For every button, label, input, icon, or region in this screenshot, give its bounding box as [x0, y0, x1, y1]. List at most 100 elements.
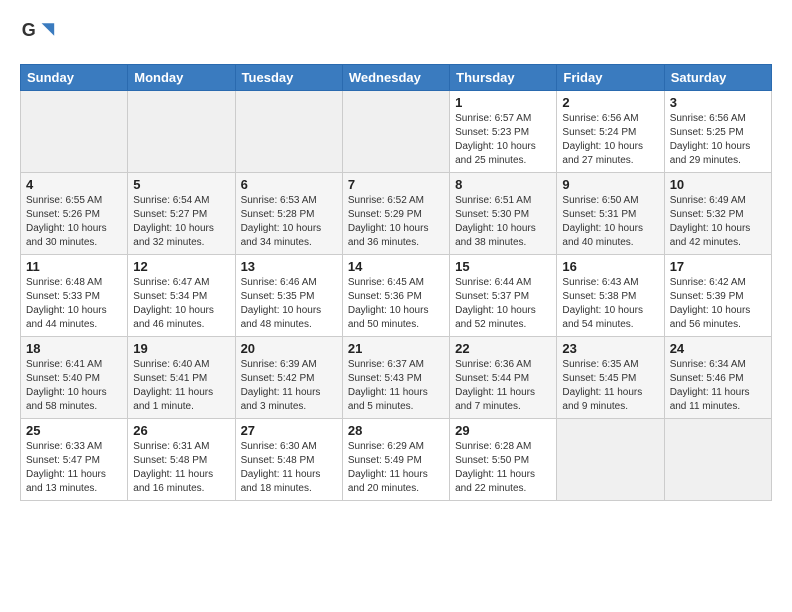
day-number: 5: [133, 177, 229, 192]
day-header: Thursday: [450, 65, 557, 91]
day-number: 27: [241, 423, 337, 438]
day-info: Sunrise: 6:48 AM Sunset: 5:33 PM Dayligh…: [26, 276, 122, 332]
day-number: 8: [455, 177, 551, 192]
calendar-header-row: SundayMondayTuesdayWednesdayThursdayFrid…: [21, 65, 772, 91]
day-number: 22: [455, 341, 551, 356]
day-number: 25: [26, 423, 122, 438]
day-header: Friday: [557, 65, 664, 91]
day-info: Sunrise: 6:28 AM Sunset: 5:50 PM Dayligh…: [455, 440, 551, 496]
calendar-cell: 4 Sunrise: 6:55 AM Sunset: 5:26 PM Daylig…: [21, 173, 128, 255]
day-info: Sunrise: 6:36 AM Sunset: 5:44 PM Dayligh…: [455, 358, 551, 414]
day-number: 21: [348, 341, 444, 356]
day-number: 13: [241, 259, 337, 274]
day-info: Sunrise: 6:56 AM Sunset: 5:25 PM Dayligh…: [670, 112, 766, 168]
day-info: Sunrise: 6:39 AM Sunset: 5:42 PM Dayligh…: [241, 358, 337, 414]
day-number: 23: [562, 341, 658, 356]
calendar-cell: 20 Sunrise: 6:39 AM Sunset: 5:42 PM Dayli…: [235, 337, 342, 419]
day-info: Sunrise: 6:35 AM Sunset: 5:45 PM Dayligh…: [562, 358, 658, 414]
day-info: Sunrise: 6:46 AM Sunset: 5:35 PM Dayligh…: [241, 276, 337, 332]
calendar-cell: [128, 91, 235, 173]
day-number: 12: [133, 259, 229, 274]
calendar-cell: 26 Sunrise: 6:31 AM Sunset: 5:48 PM Dayli…: [128, 419, 235, 501]
calendar-body: 1Sunrise: 6:57 AM Sunset: 5:23 PM Daylig…: [21, 91, 772, 501]
calendar-cell: 13 Sunrise: 6:46 AM Sunset: 5:35 PM Dayli…: [235, 255, 342, 337]
calendar-cell: 28 Sunrise: 6:29 AM Sunset: 5:49 PM Dayli…: [342, 419, 449, 501]
day-info: Sunrise: 6:45 AM Sunset: 5:36 PM Dayligh…: [348, 276, 444, 332]
day-info: Sunrise: 6:31 AM Sunset: 5:48 PM Dayligh…: [133, 440, 229, 496]
day-header: Wednesday: [342, 65, 449, 91]
calendar-cell: 25 Sunrise: 6:33 AM Sunset: 5:47 PM Dayli…: [21, 419, 128, 501]
calendar-cell: 14 Sunrise: 6:45 AM Sunset: 5:36 PM Dayli…: [342, 255, 449, 337]
calendar-table: SundayMondayTuesdayWednesdayThursdayFrid…: [20, 64, 772, 501]
day-number: 18: [26, 341, 122, 356]
day-info: Sunrise: 6:47 AM Sunset: 5:34 PM Dayligh…: [133, 276, 229, 332]
calendar-cell: 2Sunrise: 6:56 AM Sunset: 5:24 PM Daylig…: [557, 91, 664, 173]
calendar-cell: [235, 91, 342, 173]
day-number: 24: [670, 341, 766, 356]
calendar-cell: 15Sunrise: 6:44 AM Sunset: 5:37 PM Dayli…: [450, 255, 557, 337]
calendar-cell: 1Sunrise: 6:57 AM Sunset: 5:23 PM Daylig…: [450, 91, 557, 173]
day-number: 17: [670, 259, 766, 274]
day-info: Sunrise: 6:30 AM Sunset: 5:48 PM Dayligh…: [241, 440, 337, 496]
day-number: 19: [133, 341, 229, 356]
day-info: Sunrise: 6:37 AM Sunset: 5:43 PM Dayligh…: [348, 358, 444, 414]
calendar-cell: 12 Sunrise: 6:47 AM Sunset: 5:34 PM Dayli…: [128, 255, 235, 337]
calendar-cell: 6 Sunrise: 6:53 AM Sunset: 5:28 PM Daylig…: [235, 173, 342, 255]
calendar-cell: 23 Sunrise: 6:35 AM Sunset: 5:45 PM Dayli…: [557, 337, 664, 419]
day-info: Sunrise: 6:33 AM Sunset: 5:47 PM Dayligh…: [26, 440, 122, 496]
day-number: 4: [26, 177, 122, 192]
calendar-cell: 17 Sunrise: 6:42 AM Sunset: 5:39 PM Dayli…: [664, 255, 771, 337]
calendar-cell: 19 Sunrise: 6:40 AM Sunset: 5:41 PM Dayli…: [128, 337, 235, 419]
day-info: Sunrise: 6:54 AM Sunset: 5:27 PM Dayligh…: [133, 194, 229, 250]
day-info: Sunrise: 6:49 AM Sunset: 5:32 PM Dayligh…: [670, 194, 766, 250]
day-number: 26: [133, 423, 229, 438]
calendar-cell: 21 Sunrise: 6:37 AM Sunset: 5:43 PM Dayli…: [342, 337, 449, 419]
day-info: Sunrise: 6:41 AM Sunset: 5:40 PM Dayligh…: [26, 358, 122, 414]
logo: G: [20, 16, 60, 52]
day-info: Sunrise: 6:34 AM Sunset: 5:46 PM Dayligh…: [670, 358, 766, 414]
calendar-cell: 29Sunrise: 6:28 AM Sunset: 5:50 PM Dayli…: [450, 419, 557, 501]
calendar-cell: 3 Sunrise: 6:56 AM Sunset: 5:25 PM Daylig…: [664, 91, 771, 173]
calendar-cell: 11Sunrise: 6:48 AM Sunset: 5:33 PM Dayli…: [21, 255, 128, 337]
day-header: Tuesday: [235, 65, 342, 91]
calendar-week-row: 1Sunrise: 6:57 AM Sunset: 5:23 PM Daylig…: [21, 91, 772, 173]
calendar-cell: 7 Sunrise: 6:52 AM Sunset: 5:29 PM Daylig…: [342, 173, 449, 255]
day-number: 6: [241, 177, 337, 192]
day-info: Sunrise: 6:52 AM Sunset: 5:29 PM Dayligh…: [348, 194, 444, 250]
day-header: Saturday: [664, 65, 771, 91]
calendar-cell: 8 Sunrise: 6:51 AM Sunset: 5:30 PM Daylig…: [450, 173, 557, 255]
calendar-cell: 16 Sunrise: 6:43 AM Sunset: 5:38 PM Dayli…: [557, 255, 664, 337]
day-info: Sunrise: 6:55 AM Sunset: 5:26 PM Dayligh…: [26, 194, 122, 250]
calendar-cell: 5 Sunrise: 6:54 AM Sunset: 5:27 PM Daylig…: [128, 173, 235, 255]
day-number: 16: [562, 259, 658, 274]
page-header: G: [20, 16, 772, 52]
day-info: Sunrise: 6:29 AM Sunset: 5:49 PM Dayligh…: [348, 440, 444, 496]
day-header: Sunday: [21, 65, 128, 91]
day-info: Sunrise: 6:50 AM Sunset: 5:31 PM Dayligh…: [562, 194, 658, 250]
day-number: 14: [348, 259, 444, 274]
calendar-cell: 18 Sunrise: 6:41 AM Sunset: 5:40 PM Dayli…: [21, 337, 128, 419]
day-number: 3: [670, 95, 766, 110]
day-number: 20: [241, 341, 337, 356]
day-number: 15: [455, 259, 551, 274]
day-number: 10: [670, 177, 766, 192]
calendar-week-row: 4 Sunrise: 6:55 AM Sunset: 5:26 PM Daylig…: [21, 173, 772, 255]
day-info: Sunrise: 6:43 AM Sunset: 5:38 PM Dayligh…: [562, 276, 658, 332]
svg-text:G: G: [22, 20, 36, 40]
calendar-cell: 22 Sunrise: 6:36 AM Sunset: 5:44 PM Dayli…: [450, 337, 557, 419]
calendar-cell: [557, 419, 664, 501]
calendar-cell: [664, 419, 771, 501]
calendar-cell: 10 Sunrise: 6:49 AM Sunset: 5:32 PM Dayli…: [664, 173, 771, 255]
day-info: Sunrise: 6:53 AM Sunset: 5:28 PM Dayligh…: [241, 194, 337, 250]
day-number: 28: [348, 423, 444, 438]
calendar-week-row: 18 Sunrise: 6:41 AM Sunset: 5:40 PM Dayli…: [21, 337, 772, 419]
day-number: 7: [348, 177, 444, 192]
calendar-cell: 24 Sunrise: 6:34 AM Sunset: 5:46 PM Dayli…: [664, 337, 771, 419]
day-info: Sunrise: 6:42 AM Sunset: 5:39 PM Dayligh…: [670, 276, 766, 332]
logo-icon: G: [20, 16, 56, 52]
calendar-cell: 27 Sunrise: 6:30 AM Sunset: 5:48 PM Dayli…: [235, 419, 342, 501]
day-info: Sunrise: 6:56 AM Sunset: 5:24 PM Dayligh…: [562, 112, 658, 168]
day-info: Sunrise: 6:40 AM Sunset: 5:41 PM Dayligh…: [133, 358, 229, 414]
day-info: Sunrise: 6:51 AM Sunset: 5:30 PM Dayligh…: [455, 194, 551, 250]
calendar-week-row: 11Sunrise: 6:48 AM Sunset: 5:33 PM Dayli…: [21, 255, 772, 337]
